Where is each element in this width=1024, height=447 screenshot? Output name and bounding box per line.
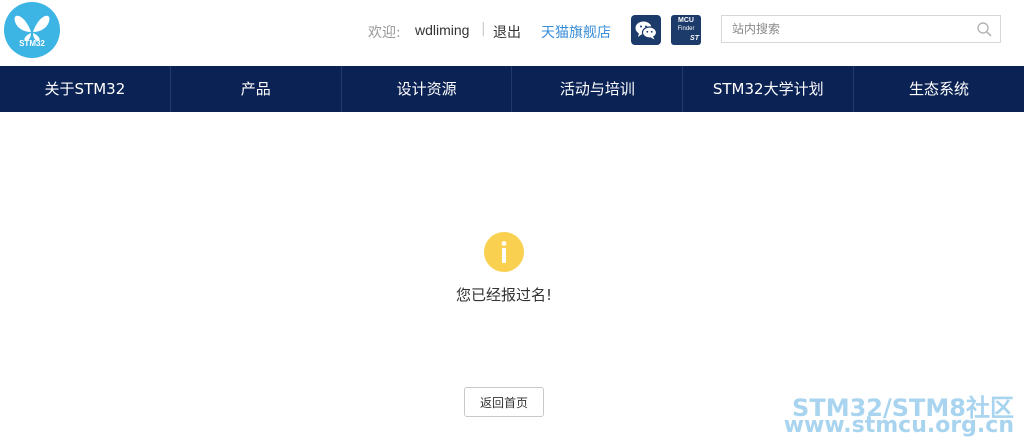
mcu-finder-line2: Finder	[677, 26, 695, 32]
welcome-label: 欢迎:	[368, 25, 401, 41]
status-message: 您已经报过名!	[455, 286, 552, 304]
search-input[interactable]	[722, 16, 972, 42]
logout-link[interactable]: 退出	[493, 22, 521, 42]
username-link[interactable]: wdliming	[415, 22, 469, 38]
nav-item-about-stm32[interactable]: 关于STM32	[0, 66, 170, 112]
stm32-logo[interactable]: STM32	[4, 2, 60, 58]
nav-item-events-training[interactable]: 活动与培训	[511, 66, 682, 112]
mcu-finder-icon[interactable]: MCU Finder ST	[671, 15, 701, 45]
search-box	[721, 15, 1001, 43]
nav-item-design-resources[interactable]: 设计资源	[340, 66, 512, 112]
mcu-finder-line1: MCU	[678, 17, 694, 24]
back-to-home-button[interactable]: 返回首页	[464, 387, 544, 417]
logo-text: STM32	[19, 39, 45, 48]
top-bar: 欢迎: wdliming | 退出 天猫旗舰店 MCU Finder ST	[360, 0, 1024, 60]
tmall-store-link[interactable]: 天猫旗舰店	[541, 22, 611, 42]
st-brand-mark: ST	[690, 35, 699, 42]
wechat-icon[interactable]	[631, 15, 661, 45]
nav-item-products[interactable]: 产品	[169, 66, 341, 112]
nav-item-ecosystem[interactable]: 生态系统	[853, 66, 1024, 112]
butterfly-icon	[14, 15, 50, 41]
header: STM32 欢迎: wdliming | 退出 天猫旗舰店 MCU Finder…	[0, 0, 1024, 66]
watermark-line2: www.stmcu.org.cn	[783, 413, 1014, 438]
info-icon	[484, 232, 524, 272]
search-icon[interactable]	[976, 21, 992, 37]
main-nav: 关于STM32 产品 设计资源 活动与培训 STM32大学计划 生态系统	[0, 66, 1024, 112]
nav-item-university-program[interactable]: STM32大学计划	[682, 66, 853, 112]
separator: |	[481, 21, 486, 37]
